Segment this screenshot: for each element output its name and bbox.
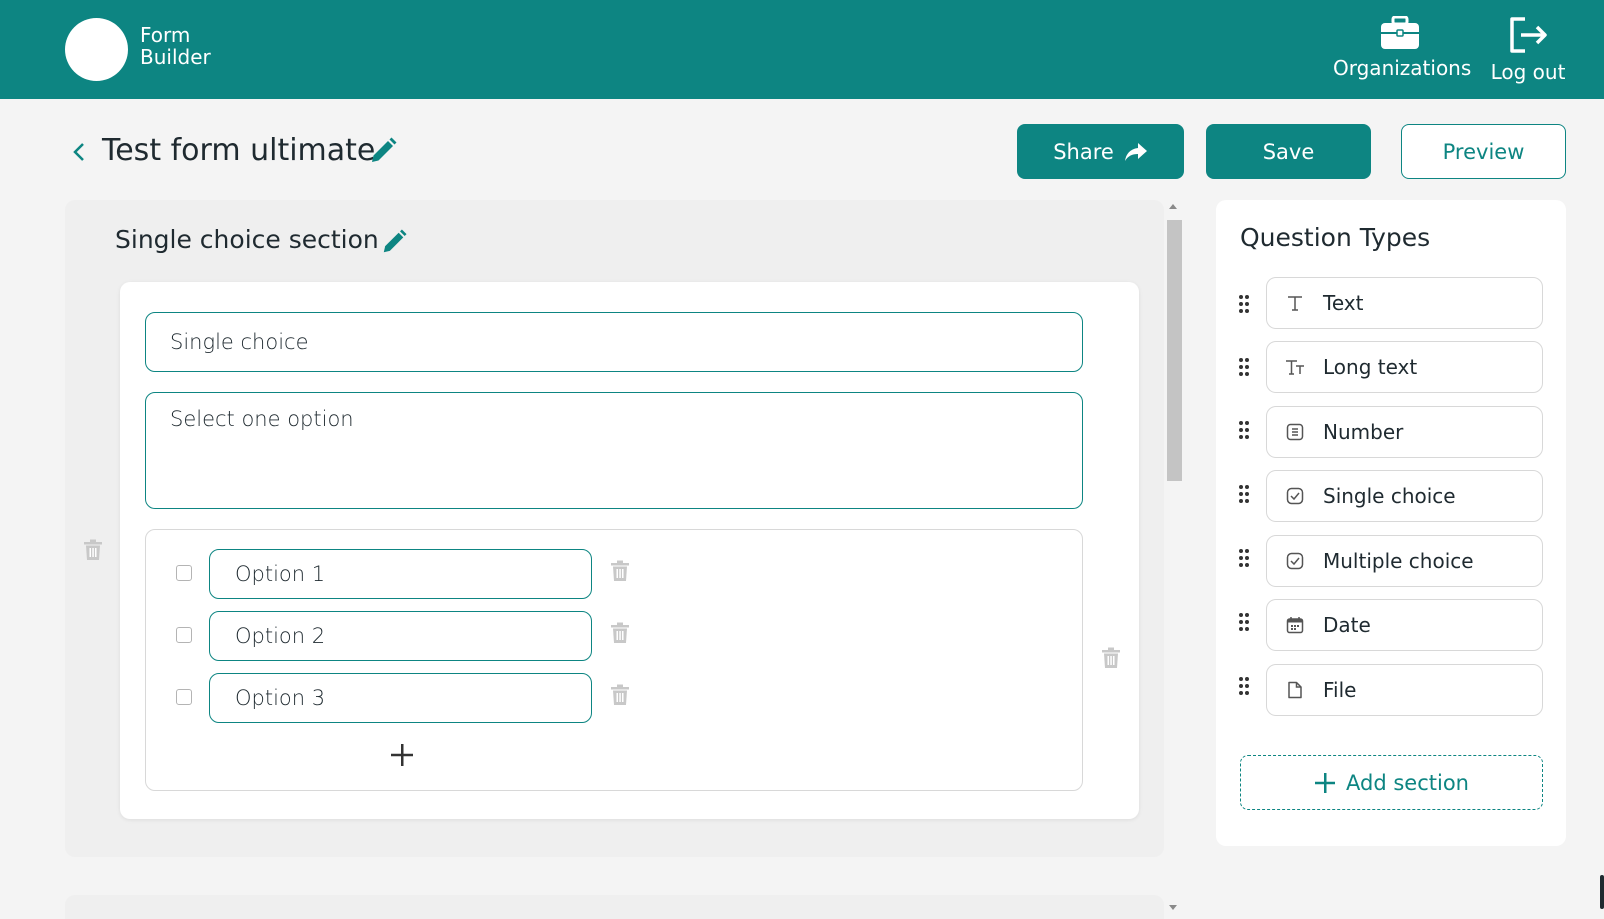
drag-handle-icon[interactable] <box>1238 357 1250 377</box>
question-type-text-label: Text <box>1323 291 1364 315</box>
form-title: Test form ultimate <box>102 133 376 168</box>
logout-label: Log out <box>1490 60 1566 84</box>
question-title-value: Single choice <box>170 330 309 354</box>
question-type-file-label: File <box>1323 678 1357 702</box>
option-1-label: Option 1 <box>235 562 326 586</box>
option-3-label: Option 3 <box>235 686 326 710</box>
logo-text-line1: Form <box>140 23 191 47</box>
drag-handle-icon[interactable] <box>1238 548 1250 568</box>
logo-text: Form Builder <box>140 24 211 68</box>
delete-question-trash-icon[interactable] <box>1101 647 1121 669</box>
organizations-label: Organizations <box>1333 56 1472 80</box>
drag-handle-icon[interactable] <box>1238 420 1250 440</box>
option-3-trash-icon[interactable] <box>610 684 630 706</box>
save-button[interactable]: Save <box>1206 124 1371 179</box>
save-label: Save <box>1262 139 1315 164</box>
plus-icon <box>1315 772 1336 793</box>
add-section-label: Add section <box>1346 770 1469 795</box>
option-1-trash-icon[interactable] <box>610 560 630 582</box>
logo[interactable] <box>65 18 128 81</box>
add-option-plus-icon[interactable] <box>389 742 415 768</box>
question-type-date-label: Date <box>1323 613 1371 637</box>
question-types-title: Question Types <box>1240 223 1431 252</box>
long-text-icon <box>1285 357 1305 377</box>
option-1-input[interactable]: Option 1 <box>209 549 592 599</box>
question-type-multiple-choice-label: Multiple choice <box>1323 549 1474 573</box>
drag-handle-icon[interactable] <box>1238 676 1250 696</box>
question-type-long-text-label: Long text <box>1323 355 1418 379</box>
question-type-text[interactable]: Text <box>1266 277 1543 329</box>
question-type-single-choice-label: Single choice <box>1323 484 1456 508</box>
edit-section-pencil-icon[interactable] <box>381 229 407 255</box>
logout-nav[interactable]: Log out <box>1489 16 1567 84</box>
top-bar: Form Builder Organizations Log out <box>0 0 1604 99</box>
share-arrow-icon <box>1124 142 1147 161</box>
file-icon <box>1285 680 1305 700</box>
checkbox-icon <box>1285 551 1305 571</box>
next-section-card <box>65 895 1164 919</box>
organizations-nav[interactable]: Organizations <box>1333 16 1471 80</box>
add-section-button[interactable]: Add section <box>1240 755 1543 810</box>
share-button[interactable]: Share <box>1017 124 1184 179</box>
question-type-file[interactable]: File <box>1266 664 1543 716</box>
option-1-checkbox[interactable] <box>176 565 192 581</box>
edge-marker <box>1600 875 1604 909</box>
scroll-up-arrow-icon[interactable] <box>1169 204 1177 209</box>
question-description-input[interactable]: Select one option <box>145 392 1083 509</box>
text-icon <box>1285 293 1305 313</box>
option-3-input[interactable]: Option 3 <box>209 673 592 723</box>
logo-text-line2: Builder <box>140 45 211 69</box>
calendar-icon <box>1285 615 1305 635</box>
option-2-checkbox[interactable] <box>176 627 192 643</box>
drag-handle-icon[interactable] <box>1238 294 1250 314</box>
preview-button[interactable]: Preview <box>1401 124 1566 179</box>
edit-title-pencil-icon[interactable] <box>369 137 397 165</box>
logout-icon <box>1510 17 1547 53</box>
question-type-date[interactable]: Date <box>1266 599 1543 651</box>
section-title: Single choice section <box>115 225 379 254</box>
checkbox-icon <box>1285 486 1305 506</box>
scroll-down-arrow-icon[interactable] <box>1169 905 1177 910</box>
drag-handle-icon[interactable] <box>1238 612 1250 632</box>
question-type-single-choice[interactable]: Single choice <box>1266 470 1543 522</box>
number-icon <box>1285 422 1305 442</box>
question-description-value: Select one option <box>170 407 354 431</box>
drag-handle-icon[interactable] <box>1238 484 1250 504</box>
option-3-checkbox[interactable] <box>176 689 192 705</box>
delete-section-trash-icon[interactable] <box>83 539 103 561</box>
question-type-number[interactable]: Number <box>1266 406 1543 458</box>
briefcase-icon <box>1381 16 1419 49</box>
scrollbar-thumb[interactable] <box>1167 220 1182 481</box>
option-2-input[interactable]: Option 2 <box>209 611 592 661</box>
back-arrow-icon[interactable] <box>70 137 90 167</box>
question-type-number-label: Number <box>1323 420 1404 444</box>
share-label: Share <box>1053 139 1114 164</box>
option-2-label: Option 2 <box>235 624 326 648</box>
option-2-trash-icon[interactable] <box>610 622 630 644</box>
preview-label: Preview <box>1442 139 1525 164</box>
question-title-input[interactable]: Single choice <box>145 312 1083 372</box>
question-type-long-text[interactable]: Long text <box>1266 341 1543 393</box>
question-type-multiple-choice[interactable]: Multiple choice <box>1266 535 1543 587</box>
